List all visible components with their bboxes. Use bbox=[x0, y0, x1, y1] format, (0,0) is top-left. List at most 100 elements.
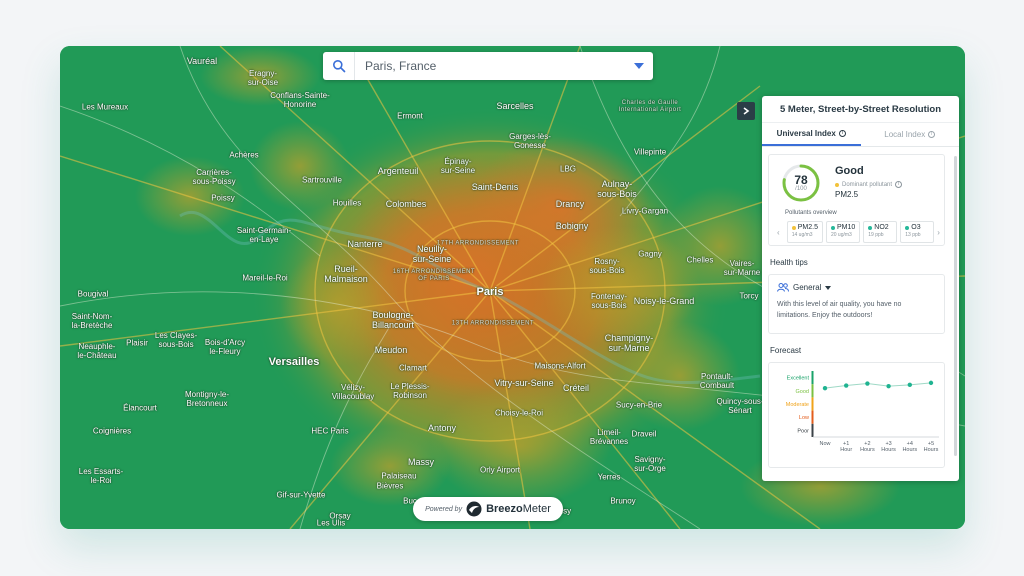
powered-by-badge[interactable]: Powered by BreezoMeter bbox=[413, 497, 563, 521]
forecast-level-band bbox=[811, 397, 814, 411]
map-place-label: Noisy-le-Grand bbox=[633, 296, 695, 306]
map-place-label: Champigny- sur-Marne bbox=[604, 333, 654, 353]
forecast-level-label: Poor bbox=[797, 428, 809, 434]
map-place-label: Palaiseau bbox=[381, 471, 417, 481]
status-dot bbox=[830, 225, 835, 230]
map-place-label: Élancourt bbox=[123, 403, 157, 413]
pollutant-chip[interactable]: NO2 19 ppb bbox=[863, 221, 898, 243]
info-icon[interactable]: i bbox=[928, 131, 936, 138]
map-place-label: Houilles bbox=[332, 198, 362, 208]
forecast-line bbox=[824, 382, 932, 389]
map-place-label: Massy bbox=[407, 457, 435, 467]
pollutants-carousel: ‹ PM2.5 14 ug/m3 PM10 20 ug/m3 NO2 19 ppb O3 13… bbox=[777, 221, 944, 243]
pollutant-chip[interactable]: PM10 20 ug/m3 bbox=[825, 221, 861, 243]
pollutant-chip[interactable]: O3 13 ppb bbox=[900, 221, 935, 243]
pollutant-value: 14 ug/m3 bbox=[791, 232, 813, 238]
location-search-bar[interactable] bbox=[323, 52, 653, 80]
chevron-down-icon bbox=[825, 285, 832, 290]
forecast-point[interactable] bbox=[928, 380, 934, 386]
map-place-label: Saint-Denis bbox=[471, 182, 519, 192]
forecast-tick-label: Now bbox=[819, 441, 830, 447]
map-place-label: Rosny- sous-Bois bbox=[589, 257, 625, 275]
health-tip-text: With this level of air quality, you have… bbox=[777, 301, 902, 319]
map-place-label: Paris bbox=[476, 286, 504, 298]
aqi-scale: /100 bbox=[795, 186, 807, 192]
dominant-pollutant-row: Dominant pollutant i bbox=[835, 181, 903, 188]
chevron-right-icon[interactable]: › bbox=[937, 228, 944, 237]
arrondissement-label: 16TH ARRONDISSEMENT OF PARIS bbox=[392, 269, 476, 282]
search-input[interactable] bbox=[355, 59, 625, 73]
pollutant-name: NO2 bbox=[868, 224, 892, 231]
chevron-right-icon bbox=[743, 107, 750, 115]
health-group-label: General bbox=[793, 283, 822, 292]
map-place-label: Pontault- Combault bbox=[699, 372, 735, 390]
health-tips-title: Health tips bbox=[770, 258, 808, 267]
map-place-label: Vauréal bbox=[186, 56, 218, 66]
forecast-tick-label: Hours bbox=[902, 447, 917, 453]
aqi-value: 78 bbox=[794, 173, 808, 187]
map-place-label: Charles de Gaulle International Airport bbox=[618, 100, 682, 113]
info-icon[interactable]: i bbox=[895, 181, 903, 188]
forecast-point[interactable] bbox=[907, 382, 912, 388]
map-place-label: Nanterre bbox=[347, 239, 383, 249]
air-quality-panel: 5 Meter, Street-by-Street Resolution Uni… bbox=[762, 96, 959, 481]
health-group-selector[interactable]: General bbox=[777, 283, 936, 292]
chevron-down-icon[interactable] bbox=[625, 52, 653, 80]
map-place-label: Poissy bbox=[211, 193, 235, 203]
map-place-label: Vélizy- Villacoublay bbox=[331, 383, 375, 401]
collapse-panel-button[interactable] bbox=[737, 102, 755, 120]
map-place-label: Bougival bbox=[77, 289, 109, 299]
pollutant-name: PM2.5 bbox=[791, 224, 818, 231]
map-place-label: Coignières bbox=[92, 426, 132, 436]
forecast-level-label: Good bbox=[796, 389, 809, 395]
forecast-point[interactable] bbox=[886, 383, 891, 389]
pollutant-chip[interactable]: PM2.5 14 ug/m3 bbox=[786, 221, 823, 243]
map-place-label: Brunoy bbox=[610, 496, 636, 506]
map-place-label: Torcy bbox=[739, 291, 759, 301]
forecast-level-band bbox=[811, 410, 814, 424]
map-place-label: Antony bbox=[427, 423, 457, 433]
map-place-label: Bièvres bbox=[376, 481, 404, 491]
map-place-label: Fontenay- sous-Bois bbox=[590, 292, 628, 310]
map-place-label: Boulogne- Billancourt bbox=[371, 310, 415, 330]
forecast-tick-label: Hours bbox=[860, 447, 875, 453]
forecast-chart[interactable]: ExcellentGoodModerateLowPoorNow +1Hour+2H… bbox=[769, 363, 946, 469]
forecast-point[interactable] bbox=[844, 383, 849, 388]
map-place-label: Sarcelles bbox=[496, 101, 534, 111]
powered-by-label: Powered by bbox=[425, 505, 463, 513]
map-place-label: Épinay- sur-Seine bbox=[440, 157, 476, 175]
tab-local-index[interactable]: Local Index i bbox=[861, 123, 960, 146]
map-place-label: Choisy-le-Roi bbox=[494, 408, 544, 418]
map-place-label: Drancy bbox=[555, 199, 585, 209]
chevron-left-icon[interactable]: ‹ bbox=[777, 228, 784, 237]
map-place-label: Gif-sur-Yvette bbox=[276, 490, 326, 500]
search-icon[interactable] bbox=[323, 52, 355, 80]
brand-name: BreezoMeter bbox=[486, 503, 551, 515]
map-place-label: Plaisir bbox=[126, 338, 148, 348]
scrollbar-thumb[interactable] bbox=[954, 156, 957, 456]
map-place-label: Orly Airport bbox=[479, 465, 521, 475]
map-place-label: Eragny- sur-Oise bbox=[247, 69, 279, 87]
forecast-point[interactable] bbox=[865, 381, 870, 386]
status-dot bbox=[791, 225, 796, 230]
map-place-label: Sucy-en-Brie bbox=[615, 400, 663, 410]
forecast-level-band bbox=[811, 423, 814, 437]
map-place-label: Les Essarts- le-Roi bbox=[78, 467, 124, 485]
forecast-point[interactable] bbox=[822, 385, 828, 391]
status-dot bbox=[868, 225, 873, 230]
forecast-tick-label: Hours bbox=[881, 447, 896, 453]
info-icon[interactable]: i bbox=[838, 130, 846, 137]
map-place-label: Les Mureaux bbox=[81, 102, 129, 112]
forecast-level-band bbox=[811, 384, 814, 398]
map-place-label: Conflans-Sainte- Honorine bbox=[270, 91, 330, 109]
map-place-label: Meudon bbox=[374, 345, 408, 355]
tab-universal-index[interactable]: Universal Index i bbox=[762, 123, 861, 146]
panel-content: 78 /100 Good Dominant pollutant i PM2.5 … bbox=[762, 148, 951, 481]
map-place-label: Quincy-sous- Sénart bbox=[716, 397, 764, 415]
map-place-label: Bobigny bbox=[555, 221, 589, 231]
panel-title: 5 Meter, Street-by-Street Resolution bbox=[762, 96, 959, 123]
map-place-label: LBG bbox=[559, 164, 577, 174]
status-dot bbox=[835, 182, 839, 187]
map-frame: Vauréal Eragny- sur-Oise Conflans-Sainte- … bbox=[60, 46, 965, 529]
map-place-label: Bois-d'Arcy le-Fleury bbox=[204, 338, 246, 356]
